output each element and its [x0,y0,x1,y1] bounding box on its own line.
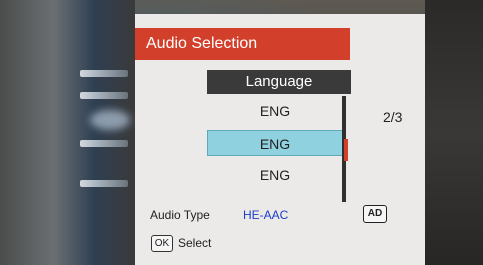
background-glow [90,110,130,130]
background-light [80,92,128,99]
language-option-3[interactable]: ENG [207,162,343,188]
audio-selection-panel: Audio Selection Language ENG ENG ENG 2/3… [135,14,425,265]
page-indicator: 2/3 [383,109,403,125]
ad-badge: AD [363,205,387,223]
ok-key-icon: OK [151,235,173,252]
audio-type-label: Audio Type [150,208,210,222]
language-list: ENG ENG ENG [207,98,343,194]
language-option-1[interactable]: ENG [207,98,343,124]
language-column-header: Language [207,70,351,94]
background-left-scene [0,0,135,265]
ok-action-label: Select [178,236,212,250]
audio-type-value: HE-AAC [243,208,289,222]
language-option-2[interactable]: ENG [207,130,343,156]
background-light [80,140,128,147]
scrollbar-thumb[interactable] [344,139,348,161]
panel-title: Audio Selection [135,28,350,60]
background-light [80,180,128,187]
background-right-scene [425,0,483,265]
background-light [80,70,128,77]
